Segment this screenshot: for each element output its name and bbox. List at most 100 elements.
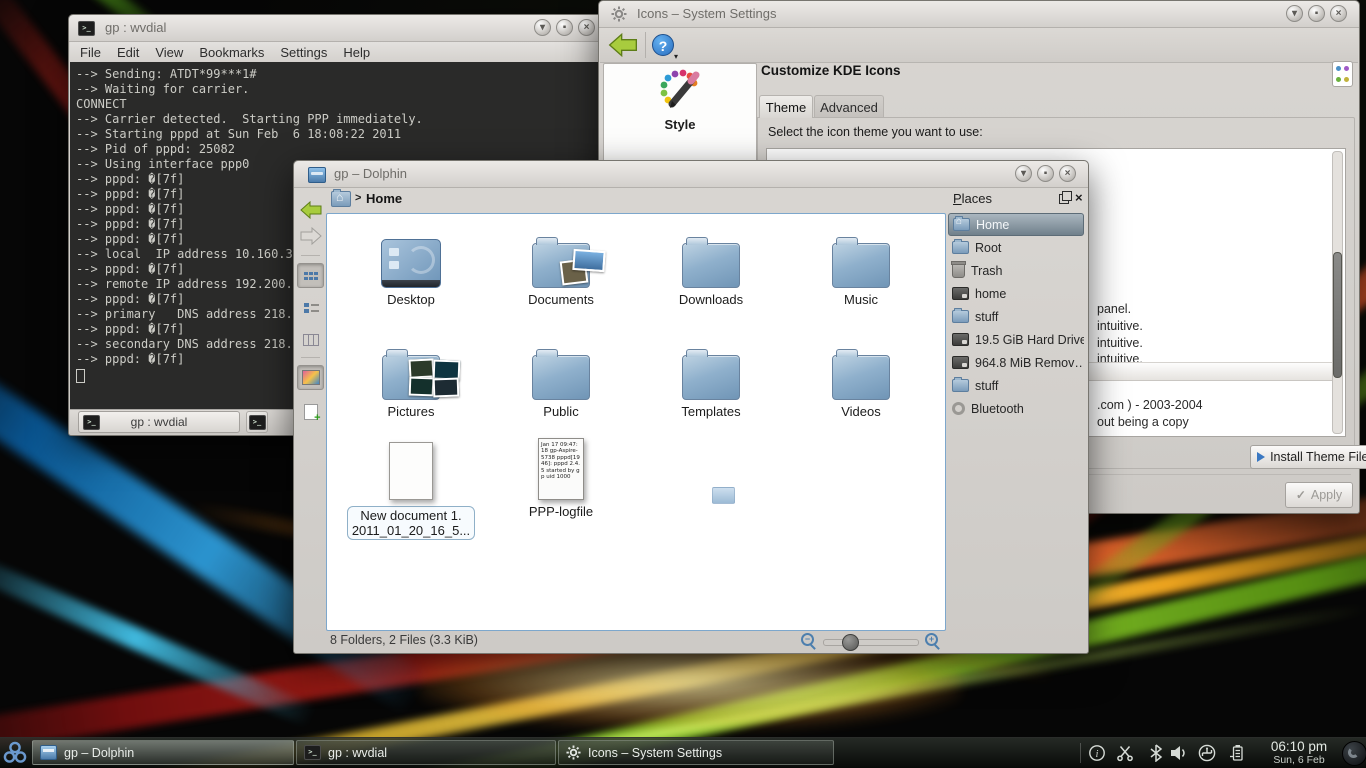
menu-item-view[interactable]: View (155, 45, 183, 60)
chevron-down-icon[interactable]: ▾ (674, 52, 678, 61)
konsole-tab[interactable]: >_ gp : wvdial (78, 411, 240, 433)
svg-text:i: i (1096, 749, 1099, 760)
menu-item-help[interactable]: Help (343, 45, 370, 60)
menu-item-bookmarks[interactable]: Bookmarks (199, 45, 264, 60)
places-item-stuff[interactable]: stuff (948, 374, 1084, 397)
bluetooth-icon[interactable] (1145, 743, 1167, 763)
system-settings-toolbar: ? ▾ (600, 28, 1358, 63)
menu-item-edit[interactable]: Edit (117, 45, 139, 60)
terminal-line: --> Pid of pppd: 25082 (76, 142, 608, 157)
task-konsole[interactable]: >_ gp : wvdial (296, 740, 556, 765)
places-item-19-5-gib-hard-drive[interactable]: 19.5 GiB Hard Drive (948, 328, 1084, 351)
folder-item-documents[interactable]: Documents (486, 224, 636, 336)
preview-button[interactable] (297, 365, 324, 390)
dolphin-icon (308, 167, 326, 183)
minimize-button[interactable]: ▾ (1286, 5, 1303, 22)
places-item-trash[interactable]: Trash (948, 259, 1084, 282)
back-button[interactable] (297, 197, 324, 222)
maximize-button[interactable]: ▪ (1308, 5, 1325, 22)
maximize-button[interactable]: ▪ (1037, 165, 1054, 182)
places-item-label: stuff (975, 379, 998, 393)
selected-file-label: New document 1.2011_01_20_16_5... (347, 506, 475, 540)
places-item-stuff[interactable]: stuff (948, 305, 1084, 328)
dot-green (1336, 77, 1341, 82)
zoom-slider-handle[interactable] (842, 634, 859, 651)
sidebar-item-label: Style (604, 117, 756, 132)
breadcrumb-home-icon[interactable]: ⌂ (331, 191, 351, 212)
forward-button[interactable] (297, 223, 324, 248)
description-fragment: out being a copy (1097, 414, 1203, 431)
tab-theme[interactable]: Theme (759, 95, 813, 118)
task-label: gp – Dolphin (64, 746, 134, 760)
usb-icon[interactable] (1196, 743, 1218, 763)
folder-item-downloads[interactable]: Downloads (636, 224, 786, 336)
minimize-button[interactable]: ▾ (1015, 165, 1032, 182)
folder-item-videos[interactable]: Videos (786, 336, 936, 448)
terminal-line: --> Sending: ATDT*99***1# (76, 67, 608, 82)
minimize-button[interactable]: ▾ (534, 19, 551, 36)
scrollbar[interactable] (1332, 151, 1343, 434)
places-item-home[interactable]: ⌂Home (948, 213, 1084, 236)
menu-item-settings[interactable]: Settings (280, 45, 327, 60)
status-text: 8 Folders, 2 Files (3.3 KiB) (330, 633, 478, 647)
konsole-titlebar[interactable]: >_ gp : wvdial ▾ ▪ × (69, 15, 609, 42)
places-item-label: 964.8 MiB Remov… (975, 356, 1084, 370)
folder-item-desktop[interactable]: Desktop (336, 224, 486, 336)
tab-advanced[interactable]: Advanced (814, 95, 884, 118)
places-item-964-8-mib-remov-[interactable]: 964.8 MiB Remov… (948, 351, 1084, 374)
info-icon[interactable]: i (1086, 743, 1108, 763)
drive-icon (952, 356, 969, 369)
places-item-bluetooth[interactable]: Bluetooth (948, 397, 1084, 420)
scrollbar-thumb[interactable] (1333, 252, 1342, 378)
details-view-button[interactable] (297, 295, 324, 320)
float-panel-icon[interactable] (1059, 194, 1069, 204)
apply-button[interactable]: ✓ Apply (1285, 482, 1353, 508)
zoom-slider[interactable] (823, 639, 919, 646)
app-launcher-icon[interactable] (1, 739, 29, 767)
close-button[interactable]: × (578, 19, 595, 36)
places-item-home[interactable]: home (948, 282, 1084, 305)
breadcrumb[interactable]: Home (366, 191, 402, 206)
file-item-new-document[interactable]: New document 1.2011_01_20_16_5... (336, 436, 486, 548)
terminal-cursor (76, 369, 85, 383)
tray-separator (1080, 743, 1081, 763)
columns-view-button[interactable] (297, 327, 324, 352)
menu-item-file[interactable]: File (80, 45, 101, 60)
close-panel-icon[interactable]: × (1075, 190, 1083, 205)
icons-view-button[interactable] (297, 263, 324, 288)
klipper-icon[interactable] (1114, 743, 1136, 763)
toolbar-separator (301, 255, 320, 256)
split-button[interactable] (297, 399, 324, 424)
clock[interactable]: 06:10 pm Sun, 6 Feb (1256, 739, 1342, 766)
zoom-out-icon[interactable]: − (801, 633, 814, 646)
folder-item-public[interactable]: Public (486, 336, 636, 448)
system-settings-titlebar[interactable]: Icons – System Settings ▾ ▪ × (599, 1, 1359, 28)
dolphin-titlebar[interactable]: gp – Dolphin ▾ ▪ × (294, 161, 1088, 188)
folder-item-templates[interactable]: Templates (636, 336, 786, 448)
task-system-settings[interactable]: Icons – System Settings (558, 740, 834, 765)
desktop-icon (336, 224, 486, 288)
maximize-button[interactable]: ▪ (556, 19, 573, 36)
folder-item-pictures[interactable]: Pictures (336, 336, 486, 448)
volume-icon[interactable] (1168, 743, 1190, 763)
file-item-ppp-logfile[interactable]: Jan 17 09:47:18 gp-Aspire-5738 pppd[1946… (486, 436, 636, 548)
close-button[interactable]: × (1059, 165, 1076, 182)
plasma-cashew-icon[interactable] (1342, 741, 1366, 766)
gear-icon (611, 6, 627, 22)
task-dolphin[interactable]: gp – Dolphin (32, 740, 294, 765)
toolbar-separator (645, 32, 646, 58)
install-theme-button[interactable]: Install Theme File... (1250, 445, 1366, 469)
battery-icon[interactable] (1226, 743, 1248, 763)
back-icon[interactable] (608, 33, 638, 57)
places-item-root[interactable]: Root (948, 236, 1084, 259)
folder-view[interactable]: New document 1.2011_01_20_16_5... Jan 17… (326, 213, 946, 631)
konsole-menubar: File Edit View Bookmarks Settings Help (70, 42, 608, 62)
drive-icon (952, 333, 969, 346)
zoom-in-icon[interactable]: + (925, 633, 938, 646)
folder-item-music[interactable]: Music (786, 224, 936, 336)
sidebar-item-style[interactable]: Style (604, 68, 756, 132)
new-tab-button[interactable]: >_ (246, 411, 268, 433)
desktop: >_ gp : wvdial ▾ ▪ × File Edit View Bookmar… (0, 0, 1366, 768)
help-icon[interactable]: ? (652, 34, 674, 56)
close-button[interactable]: × (1330, 5, 1347, 22)
